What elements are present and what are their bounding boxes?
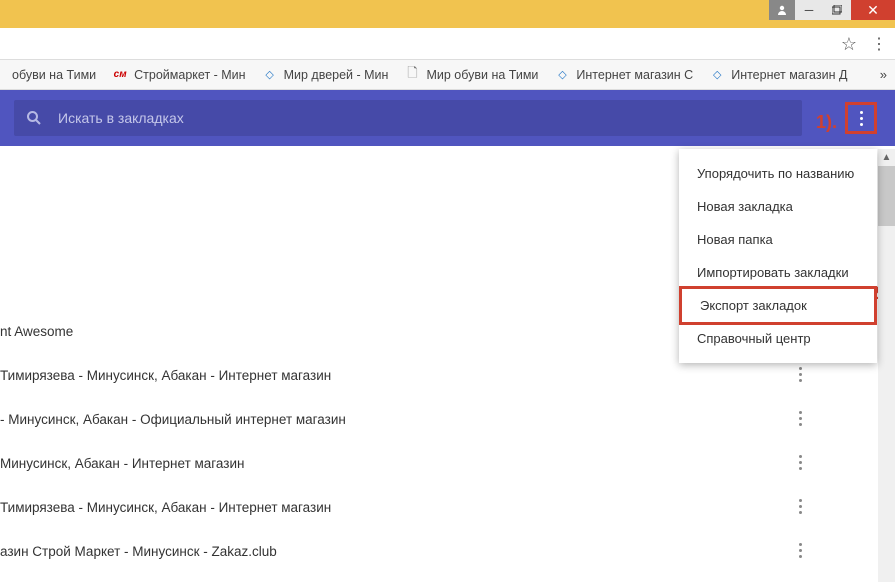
- bookmark-title: - Минусинск, Абакан - Официальный интерн…: [0, 412, 346, 427]
- bookmarks-dropdown-menu: Упорядочить по названию Новая закладка Н…: [679, 149, 877, 363]
- item-menu-icon[interactable]: [799, 455, 802, 470]
- vertical-scrollbar[interactable]: ▲: [878, 149, 895, 582]
- scroll-thumb[interactable]: [878, 166, 895, 226]
- bookmarks-menu-button[interactable]: [845, 102, 877, 134]
- maximize-button[interactable]: [823, 0, 851, 20]
- more-options-icon: [860, 111, 863, 126]
- item-menu-icon[interactable]: [799, 411, 802, 426]
- menu-help-center[interactable]: Справочный центр: [679, 322, 877, 355]
- bookmark-label: обуви на Тими: [12, 68, 96, 82]
- item-menu-icon[interactable]: [799, 543, 802, 558]
- bookmark-label: Мир обуви на Тими: [426, 68, 538, 82]
- user-profile-button[interactable]: [769, 0, 795, 20]
- bookmark-bar-item[interactable]: ◇ Интернет магазин Д: [701, 65, 855, 85]
- list-item[interactable]: - Минусинск, Абакан - Официальный интерн…: [0, 397, 877, 441]
- site-icon: ◇: [554, 67, 570, 83]
- bookmark-bar-item[interactable]: см Строймаркет - Мин: [104, 65, 253, 85]
- list-item[interactable]: Тимирязева - Минусинск, Абакан - Интерне…: [0, 485, 877, 529]
- bookmarks-overflow-icon[interactable]: »: [880, 67, 887, 82]
- close-button[interactable]: ✕: [851, 0, 895, 20]
- menu-export-bookmarks[interactable]: Экспорт закладок: [679, 286, 877, 325]
- bookmark-title: nt Awesome: [0, 324, 73, 339]
- site-icon: ◇: [262, 67, 278, 83]
- bookmark-bar-item[interactable]: 🗋 Мир обуви на Тими: [396, 65, 546, 85]
- bookmark-label: Мир дверей - Мин: [284, 68, 389, 82]
- bookmark-title: азин Строй Маркет - Минусинск - Zakaz.cl…: [0, 544, 277, 559]
- minimize-button[interactable]: ─: [795, 0, 823, 20]
- site-icon: ◇: [709, 67, 725, 83]
- search-box[interactable]: [14, 100, 802, 136]
- item-menu-icon[interactable]: [799, 499, 802, 514]
- window-controls: ─ ✕: [769, 0, 895, 20]
- bookmark-title: Минусинск, Абакан - Интернет магазин: [0, 456, 244, 471]
- bookmarks-bar: обуви на Тими см Строймаркет - Мин ◇ Мир…: [0, 60, 895, 90]
- star-icon[interactable]: ☆: [841, 34, 857, 55]
- page-icon: 🗋: [404, 67, 420, 83]
- bookmarks-search-header: [0, 90, 895, 146]
- list-item[interactable]: азин Дилижанс-Авто - Абакан - Zakaz.club: [0, 573, 877, 582]
- window-titlebar: ─ ✕: [0, 0, 895, 28]
- bookmark-bar-item[interactable]: ◇ Интернет магазин С: [546, 65, 701, 85]
- browser-menu-icon[interactable]: ⋮: [871, 34, 887, 54]
- bookmark-title: Тимирязева - Минусинск, Абакан - Интерне…: [0, 368, 331, 383]
- scroll-up-arrow[interactable]: ▲: [878, 149, 895, 166]
- bookmark-title: Тимирязева - Минусинск, Абакан - Интерне…: [0, 500, 331, 515]
- bookmark-label: Интернет магазин С: [576, 68, 693, 82]
- menu-sort-by-name[interactable]: Упорядочить по названию: [679, 157, 877, 190]
- bookmark-bar-item[interactable]: обуви на Тими: [4, 66, 104, 84]
- site-icon: см: [112, 67, 128, 83]
- bookmark-label: Строймаркет - Мин: [134, 68, 245, 82]
- list-item[interactable]: азин Строй Маркет - Минусинск - Zakaz.cl…: [0, 529, 877, 573]
- search-icon: [26, 110, 42, 126]
- menu-new-bookmark[interactable]: Новая закладка: [679, 190, 877, 223]
- bookmark-bar-item[interactable]: ◇ Мир дверей - Мин: [254, 65, 397, 85]
- address-bar-area: ☆ ⋮: [0, 28, 895, 60]
- bookmark-label: Интернет магазин Д: [731, 68, 847, 82]
- menu-import-bookmarks[interactable]: Импортировать закладки: [679, 256, 877, 289]
- menu-new-folder[interactable]: Новая папка: [679, 223, 877, 256]
- list-item[interactable]: Минусинск, Абакан - Интернет магазин: [0, 441, 877, 485]
- annotation-1: 1).: [816, 112, 837, 133]
- search-input[interactable]: [58, 110, 790, 126]
- item-menu-icon[interactable]: [799, 367, 802, 382]
